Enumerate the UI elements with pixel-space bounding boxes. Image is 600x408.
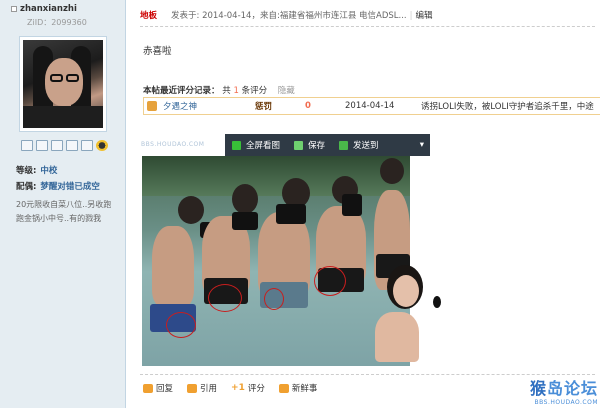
group-icon[interactable] [81,140,93,151]
rating-score: 0 [305,101,311,111]
post-main: 地板 发表于: 2014-04-14，来自:福建省福州市连江县 电信ADSL..… [127,0,600,408]
divider-bottom [140,374,595,375]
profile-icon[interactable] [51,140,63,151]
rating-hide-link[interactable]: 隐藏 [278,86,295,96]
rater-name[interactable]: 夕遇之神 [163,100,255,112]
rating-row: 夕遇之神 惩罚 0 2014-04-14 诱拐LOLI失败，被LOLI守护者追杀… [143,97,600,115]
quote-label: 引用 [200,384,218,394]
user-action-icons [21,140,108,151]
avatar-photo [23,40,103,128]
username-text[interactable]: zhanxianzhi [20,4,77,14]
post-content: 赤喜啦 [143,46,172,57]
spouse-value[interactable]: 梦醒对错已成空 [40,182,100,192]
post-meta-text: 发表于: 2014-04-14，来自:福建省福州市连江县 电信ADSL... [171,11,407,21]
image-bug [433,296,441,308]
reply-icon [143,383,153,393]
post-image[interactable] [142,156,410,366]
rating-reason: 诱拐LOLI失败，被LOLI守护者追杀千里，中途 [421,102,594,112]
rating-date: 2014-04-14 [345,101,395,111]
rate-label: 评分 [247,384,265,394]
card-icon[interactable] [66,140,78,151]
username[interactable]: zhanxianzhi [11,4,77,14]
image-toolbar: 全屏看图 保存 发送到 ▾ [225,134,430,156]
spouse-line: 配偶: 梦醒对错已成空 [16,180,100,192]
plus-one-icon: +1 [231,383,245,393]
news-button[interactable]: 新鲜事 [278,382,318,394]
rating-total-prefix: 共 [222,86,231,96]
site-logo-text: 猴岛论坛 [529,379,598,398]
image-girl-body [375,312,419,362]
reply-label: 回复 [156,384,174,394]
rank-label: 等级: [16,166,37,176]
rater-avatar-icon [147,101,157,111]
rating-title: 本帖最近评分记录： [143,86,220,96]
rank-value[interactable]: 中校 [40,166,57,176]
image-white-panel [410,276,544,366]
quote-icon [187,383,198,393]
rank-line: 等级: 中校 [16,164,57,176]
site-watermark: 猴岛论坛 BBS.HOUDAO.COM [530,375,598,406]
message-icon[interactable] [21,140,33,151]
user-sidebar: zhanxianzhi ZiID：2099360 等级: 中校 配偶: 梦醒对错已成… [0,0,126,408]
fullscreen-button[interactable]: 全屏看图 [225,134,287,156]
rating-total: 1 [233,86,239,96]
avatar[interactable] [19,36,107,132]
user-id: ZiID：2099360 [27,18,87,27]
more-dropdown[interactable]: ▾ [414,140,430,150]
send-icon [339,140,349,150]
rating-total-suffix: 条评分 [241,86,268,96]
send-to-button[interactable]: 发送到 [332,134,386,156]
post-meta: 发表于: 2014-04-14，来自:福建省福州市连江县 电信ADSL... | 编… [171,11,433,21]
image-girl-face [393,275,419,307]
news-label: 新鲜事 [291,384,318,394]
edit-link[interactable]: 编辑 [416,11,433,21]
floor-label: 地板 [140,11,158,21]
fullscreen-label: 全屏看图 [246,141,281,151]
spouse-label: 配偶: [16,182,37,192]
reply-button[interactable]: 回复 [143,382,173,394]
expand-icon[interactable] [11,6,17,12]
rating-header: 本帖最近评分记录： 共 1 条评分 隐藏 [143,84,295,96]
save-button[interactable]: 保存 [287,134,332,156]
save-icon [294,140,304,150]
quote-button[interactable]: 引用 [187,382,217,394]
post-actions: 回复 引用 +1 评分 新鲜事 [143,382,317,394]
send-label: 发送到 [353,141,379,151]
add-friend-icon[interactable] [36,140,48,151]
user-signature: 20元限收自菜八位..另收跑跑金锅小中号..有的戮我 [16,200,112,223]
rating-action: 惩罚 [255,102,273,112]
save-label: 保存 [308,141,326,151]
rate-button[interactable]: +1 评分 [231,382,265,394]
divider [140,26,595,27]
fullscreen-icon [232,140,241,150]
qq-icon[interactable] [96,140,108,151]
news-icon [278,383,289,393]
site-url: BBS.HOUDAO.COM [534,399,598,406]
image-watermark: BBS.HOUDAO.COM [141,141,205,148]
